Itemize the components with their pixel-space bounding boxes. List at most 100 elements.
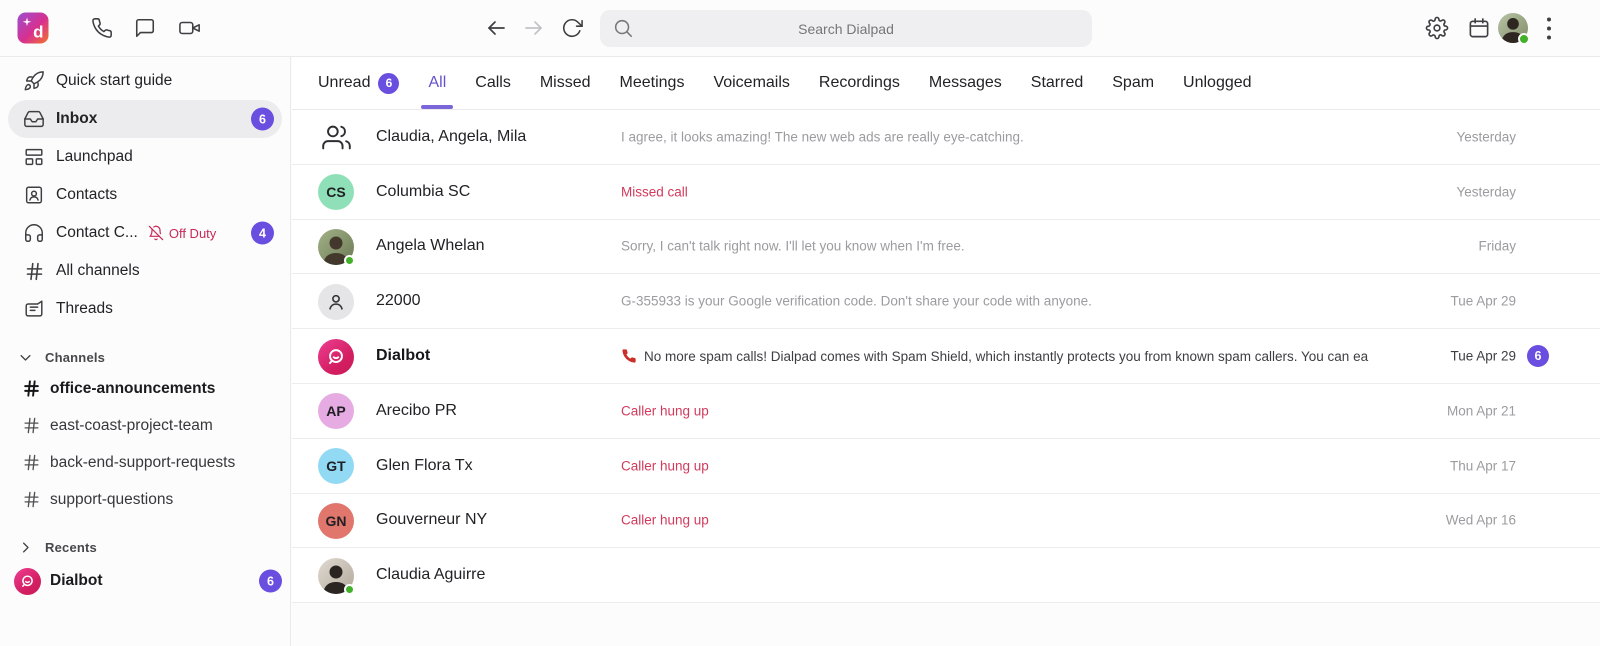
calendar-icon[interactable] [1468,17,1491,40]
initials-avatar: GN [318,503,354,539]
conversation-date: Yesterday [1456,129,1516,144]
sidebar-item-label: Dialbot [50,572,103,590]
conversation-snippet: Caller hung up [621,513,1385,528]
conversation-row-dialbot[interactable]: Dialbot No more spam calls! Dialpad come… [292,329,1600,384]
recents-header-label: Recents [45,540,97,555]
search-input[interactable] [600,10,1092,47]
person-icon [325,291,347,313]
sidebar-item-label: All channels [56,262,140,280]
channel-east-coast-project-team[interactable]: east-coast-project-team [0,407,290,444]
conversation-name: Glen Flora Tx [376,457,473,475]
dialbot-logo-icon [14,568,41,595]
conversation-date: Wed Apr 16 [1446,513,1516,528]
conversation-date: Yesterday [1456,184,1516,199]
channel-support-questions[interactable]: support-questions [0,481,290,518]
conversation-row[interactable]: Angela Whelan Sorry, I can't talk right … [292,220,1600,275]
off-duty-status[interactable]: Off Duty [148,225,216,241]
tab-recordings[interactable]: Recordings [819,57,900,109]
sparkle-icon [22,17,33,28]
tab-starred[interactable]: Starred [1031,57,1083,109]
sidebar-item-contact-center[interactable]: Contact C... Off Duty 4 [8,214,282,252]
channel-office-announcements[interactable]: office-announcements [0,370,290,407]
recents-section-header[interactable]: Recents [0,534,290,560]
conversation-snippet: Caller hung up [621,403,1385,418]
tab-meetings[interactable]: Meetings [620,57,685,109]
search-icon [612,17,634,39]
tab-unread[interactable]: Unread 6 [318,57,399,109]
hash-icon [20,379,42,398]
chat-icon[interactable] [134,17,156,39]
tab-unlogged[interactable]: Unlogged [1183,57,1252,109]
conversation-row[interactable]: Claudia Aguirre [292,548,1600,603]
presence-indicator [1518,33,1530,45]
conversation-date: Mon Apr 21 [1447,403,1516,418]
presence-indicator [344,255,355,266]
sidebar-item-dialbot[interactable]: Dialbot 6 [0,562,290,600]
tab-all[interactable]: All [428,57,446,109]
conversation-row[interactable]: GT Glen Flora Tx Caller hung up Thu Apr … [292,439,1600,494]
conversation-name: Claudia Aguirre [376,566,485,584]
contacts-icon [22,184,46,206]
inbox-unread-badge: 6 [251,108,274,131]
threads-icon [22,298,46,320]
sidebar-item-label: Contact C... [56,224,138,242]
conversation-row[interactable]: GN Gouverneur NY Caller hung up Wed Apr … [292,494,1600,549]
conversation-unread-badge: 6 [1527,345,1549,367]
conversation-row[interactable]: AP Arecibo PR Caller hung up Mon Apr 21 [292,384,1600,439]
dialpad-app: d [0,0,1600,646]
sidebar-item-label: Inbox [56,110,97,128]
sidebar-item-all-channels[interactable]: All channels [8,252,282,290]
search-bar[interactable] [600,10,1092,47]
channels-section-header[interactable]: Channels [0,344,290,370]
tab-missed[interactable]: Missed [540,57,591,109]
conversation-name: Claudia, Angela, Mila [376,128,526,146]
conversation-date: Tue Apr 29 [1450,349,1516,364]
channel-label: east-coast-project-team [50,417,213,435]
phone-icon[interactable] [91,17,113,39]
conversation-row[interactable]: 22000 G-355933 is your Google verificati… [292,274,1600,329]
conversation-name: Arecibo PR [376,402,457,420]
gear-icon[interactable] [1426,17,1449,40]
sidebar-item-label: Threads [56,300,113,318]
channel-label: office-announcements [50,380,215,398]
channel-label: back-end-support-requests [50,454,235,472]
chevron-down-icon [18,350,33,365]
kebab-menu-icon[interactable] [1547,15,1551,42]
bell-off-icon [148,225,164,241]
sidebar-item-launchpad[interactable]: Launchpad [8,138,282,176]
dialpad-logo-icon: d [18,13,49,44]
video-icon[interactable] [178,17,202,39]
user-avatar[interactable] [1498,13,1528,43]
conversation-snippet: I agree, it looks amazing! The new web a… [621,129,1385,144]
conversation-snippet: G-355933 is your Google verification cod… [621,294,1385,309]
tab-spam[interactable]: Spam [1112,57,1154,109]
hash-icon [20,453,42,472]
person-avatar [318,284,354,320]
topbar: d [0,0,1600,57]
tab-messages[interactable]: Messages [929,57,1002,109]
dialpad-logo[interactable]: d [18,13,49,44]
conversation-date: Thu Apr 17 [1450,458,1516,473]
sidebar-item-contacts[interactable]: Contacts [8,176,282,214]
conversation-snippet: Caller hung up [621,458,1385,473]
dialbot-logo-avatar [318,339,354,375]
sidebar-item-quick-start-guide[interactable]: Quick start guide [8,62,282,100]
conversation-snippet: Missed call [621,184,1385,199]
unread-tab-badge: 6 [378,73,399,94]
channel-back-end-support-requests[interactable]: back-end-support-requests [0,444,290,481]
inbox-icon [22,108,46,130]
conversation-row[interactable]: Claudia, Angela, Mila I agree, it looks … [292,110,1600,165]
sidebar-item-label: Quick start guide [56,72,172,90]
refresh-button[interactable] [561,17,583,39]
sidebar-item-inbox[interactable]: Inbox 6 [8,100,282,138]
off-duty-label: Off Duty [169,226,216,241]
conversation-row[interactable]: CS Columbia SC Missed call Yesterday [292,165,1600,220]
forward-button[interactable] [522,16,546,40]
sidebar-item-threads[interactable]: Threads [8,290,282,328]
conversation-snippet: No more spam calls! Dialpad comes with S… [621,348,1385,364]
conversation-date: Friday [1478,239,1516,254]
tab-voicemails[interactable]: Voicemails [713,57,789,109]
initials-avatar: CS [318,174,354,210]
back-button[interactable] [484,16,508,40]
tab-calls[interactable]: Calls [475,57,511,109]
